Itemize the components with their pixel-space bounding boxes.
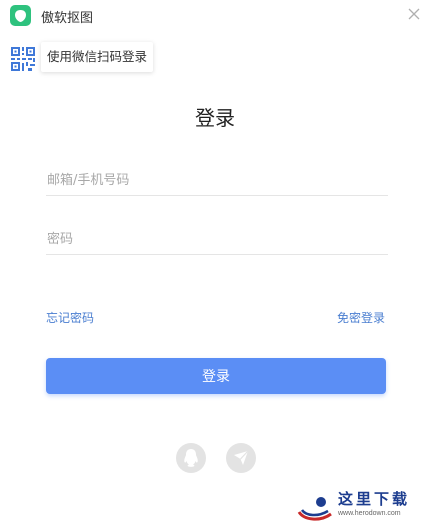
page-title: 登录	[195, 106, 235, 130]
watermark-logo-icon	[297, 497, 332, 521]
qq-icon	[184, 449, 198, 467]
qr-code-login-button[interactable]	[11, 47, 35, 71]
watermark: 这里下载 www.herodown.com	[296, 488, 424, 526]
watermark-text: 这里下载	[338, 490, 411, 508]
app-logo-icon	[10, 5, 31, 26]
close-icon	[408, 8, 420, 20]
email-phone-field[interactable]	[46, 165, 388, 196]
watermark-url: www.herodown.com	[338, 510, 401, 517]
paper-plane-icon	[234, 450, 249, 465]
qq-login-button[interactable]	[176, 443, 206, 473]
title-bar: 傲软抠图	[0, 0, 430, 30]
password-free-login-link[interactable]: 免密登录	[337, 309, 385, 326]
forgot-password-link[interactable]: 忘记密码	[46, 309, 94, 326]
login-button[interactable]: 登录	[46, 358, 386, 394]
paper-plane-login-button[interactable]	[226, 443, 256, 473]
qr-login-tip[interactable]: 使用微信扫码登录	[41, 42, 154, 72]
app-title: 傲软抠图	[41, 11, 94, 26]
qr-code-icon	[11, 47, 35, 71]
close-button[interactable]	[406, 6, 422, 22]
password-field[interactable]	[46, 224, 388, 255]
